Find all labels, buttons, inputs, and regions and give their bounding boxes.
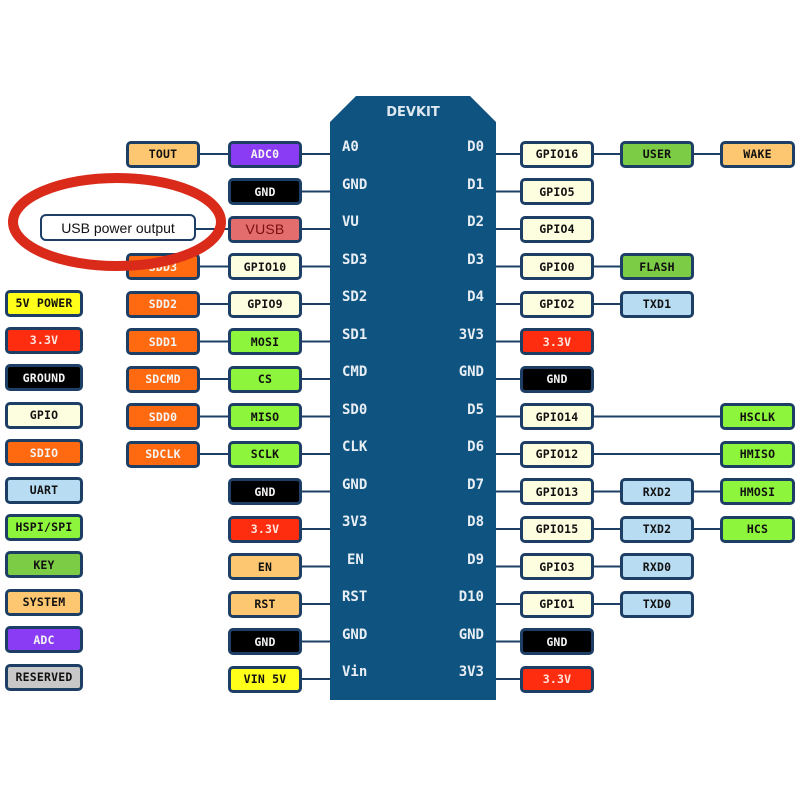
legend-item-sdio: SDIO [5,439,83,467]
function-box-txd2: TXD2 [620,515,694,543]
chip-pin-left-gnd: GND [342,626,368,643]
chip-pin-left-a0: A0 [342,139,359,155]
chip-pin-right-d4: D4 [467,289,484,305]
pin-box-3-3v: 3.3V [228,515,302,543]
function-box-flash: FLASH [620,253,694,280]
chip-pin-right-d2: D2 [467,214,484,230]
chip-title: DEVKIT [386,105,440,120]
pin-box-gpio16: GPIO16 [520,140,594,168]
chip-pin-left-vin: Vin [342,664,368,680]
pin-box-sclk: SCLK [228,440,302,468]
chip-pin-left-sd1: SD1 [342,326,368,343]
function-box-sdcmd: SDCMD [126,365,200,393]
chip-pin-left-sd3: SD3 [342,251,368,268]
pin-box-3-3v: 3.3V [520,665,594,693]
chip-pin-right-gnd: GND [458,626,484,643]
pin-box-gnd: GND [228,478,302,505]
chip-pin-left-gnd: GND [342,176,368,193]
pin-box-mosi: MOSI [228,328,302,355]
function-box-hcs: HCS [720,515,795,543]
chip-pin-right-d1: D1 [467,176,484,193]
legend-item-system: SYSTEM [5,588,83,616]
pin-box-gpio14: GPIO14 [520,403,594,430]
chip-pin-right-3v3: 3V3 [458,326,484,343]
pin-box-gnd: GND [228,178,302,205]
chip-pin-right-gnd: GND [458,364,484,380]
chip-pin-right-d3: D3 [467,251,484,268]
chip-pin-left-sd0: SD0 [342,401,368,418]
function-box-txd1: TXD1 [620,290,694,318]
chip-pin-left-3v3: 3V3 [342,514,368,530]
pin-box-gpio13: GPIO13 [520,478,594,505]
pin-box-miso: MISO [228,403,302,430]
function-box-sdd3: SDD3 [126,253,200,280]
function-box-sdd0: SDD0 [126,403,200,430]
chip-pin-left-gnd: GND [342,476,368,493]
pin-box-gnd: GND [228,628,302,655]
function-box-hmosi: HMOSI [720,478,795,505]
legend-item-adc: ADC [5,626,83,654]
chip-pin-right-d6: D6 [467,439,484,455]
function-box-hsclk: HSCLK [720,403,795,430]
chip-pin-left-cmd: CMD [342,364,368,380]
chip-pin-right-d7: D7 [467,476,484,493]
pin-box-vusb: VUSB [228,215,302,243]
pin-box-gpio0: GPIO0 [520,253,594,280]
pin-box-rst: RST [228,590,302,618]
pin-box-gpio3: GPIO3 [520,553,594,580]
diagram-graphics [196,96,720,700]
legend-item-reserved: RESERVED [5,663,83,691]
pin-box-gpio10: GPIO10 [228,253,302,280]
function-box-user: USER [620,140,694,168]
usb-power-output-callout: USB power output [40,214,196,241]
pinout-diagram: DEVKIT ADC0 GND VUSB GPIO10 GPIO9 MOSI CS MISO S… [0,0,800,800]
legend-item-hspi-spi: HSPI/SPI [5,513,83,541]
legend-item-key: KEY [5,551,83,579]
legend-item-5v-power: 5V POWER [5,289,83,317]
pin-box-gpio9: GPIO9 [228,290,302,318]
pin-box-3-3v: 3.3V [520,328,594,355]
function-box-rxd2: RXD2 [620,478,694,505]
pin-box-gpio1: GPIO1 [520,590,594,618]
pin-box-gpio15: GPIO15 [520,515,594,543]
chip-pin-right-d10: D10 [458,589,484,605]
pin-box-gnd: GND [520,365,594,393]
pin-box-gpio5: GPIO5 [520,178,594,205]
pin-box-gpio2: GPIO2 [520,290,594,318]
pin-box-adc0: ADC0 [228,140,302,168]
function-box-txd0: TXD0 [620,590,694,618]
function-box-sdclk: SDCLK [126,440,200,468]
legend-item-uart: UART [5,476,83,504]
chip-pin-left-sd2: SD2 [342,289,368,305]
chip-pin-right-d9: D9 [467,551,484,568]
pin-box-cs: CS [228,365,302,393]
chip-pin-right-d0: D0 [467,139,484,155]
legend-item-3-3v: 3.3V [5,326,83,354]
function-box-tout: TOUT [126,140,200,168]
legend-item-ground: GROUND [5,364,83,392]
legend-item-gpio: GPIO [5,401,83,429]
chip-pin-left-vu: VU [342,214,359,230]
chip-pin-right-d8: D8 [467,514,484,530]
pin-box-gnd: GND [520,628,594,655]
chip-pin-right-d5: D5 [467,401,484,418]
pin-box-en: EN [228,553,302,580]
pin-box-vin-5v: VIN 5V [228,665,302,693]
function-box-rxd0: RXD0 [620,553,694,580]
pin-box-gpio4: GPIO4 [520,215,594,243]
function-box-sdd1: SDD1 [126,328,200,355]
chip-pin-right-3v3: 3V3 [458,664,484,680]
function-box-hmiso: HMISO [720,440,795,468]
chip-pin-left-rst: RST [342,589,368,605]
pin-box-gpio12: GPIO12 [520,440,594,468]
function-box-sdd2: SDD2 [126,290,200,318]
chip-pin-left-clk: CLK [342,439,368,455]
function-box-wake: WAKE [720,140,795,168]
chip-pin-left-en: EN [347,551,364,568]
